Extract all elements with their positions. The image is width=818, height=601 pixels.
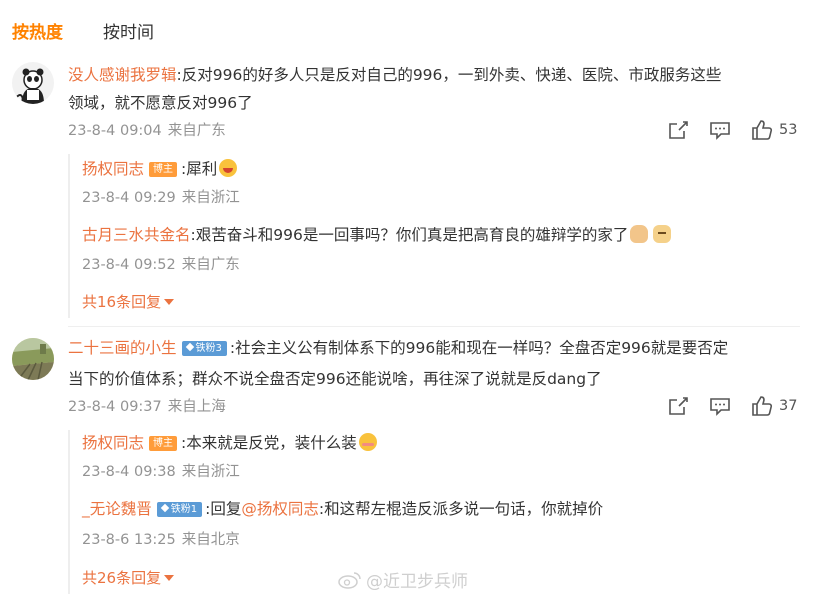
comment-location: 来自上海: [167, 399, 226, 415]
panda-avatar-icon: [12, 62, 54, 104]
reply-meta: 23-8-6 13:25 来自北京: [82, 530, 240, 550]
reply-meta: 23-8-4 09:29 来自浙江: [82, 188, 240, 208]
share-icon: [669, 397, 688, 415]
reply-text-line: 扬权同志 博主:犀利: [82, 158, 238, 180]
reply-username[interactable]: 扬权同志: [82, 434, 144, 452]
reply-time: 23-8-4 09:38: [82, 464, 176, 480]
comment-meta: 23-8-4 09:04 来自广东: [68, 121, 226, 141]
comment-actions: 53: [667, 120, 797, 140]
weibo-logo-icon: [338, 571, 361, 589]
reply-username[interactable]: 扬权同志: [82, 160, 144, 178]
dog-emoji-icon: [653, 225, 672, 243]
thumbs-up-icon: [752, 396, 773, 416]
fan-badge-label: 铁粉3: [195, 343, 222, 354]
reply-location: 来自浙江: [181, 190, 240, 206]
reply-text-line: _无论魏晋 铁粉1 :回复@扬权同志:和这帮左棍造反派多说一句话，你就掉价: [82, 498, 603, 520]
share-button[interactable]: [667, 120, 689, 140]
reply-location: 来自广东: [181, 257, 240, 273]
share-icon: [669, 121, 688, 139]
reply-text: :犀利: [181, 160, 218, 178]
comment-meta: 23-8-4 09:37 来自上海: [68, 397, 226, 417]
comment-text-line: 领域，就不愿意反对996了: [68, 92, 253, 114]
reply-username[interactable]: _无论魏晋: [82, 500, 152, 518]
comment-icon: [710, 122, 730, 140]
reply-button[interactable]: [709, 120, 731, 140]
reply-button[interactable]: [709, 396, 731, 416]
caret-down-icon: [164, 575, 175, 581]
like-button[interactable]: 37: [751, 396, 797, 416]
like-count: 53: [779, 122, 798, 138]
laughing-emoji-icon: [219, 159, 238, 177]
like-button[interactable]: 53: [751, 120, 797, 140]
reply-username[interactable]: 古月三水共金名: [82, 226, 191, 244]
thumbs-up-icon: [752, 120, 773, 140]
diamond-icon: [160, 503, 170, 513]
comment-divider: [68, 326, 800, 327]
shy-emoji-icon: [358, 433, 377, 451]
tab-by-time[interactable]: 按时间: [103, 18, 154, 43]
reply-time: 23-8-4 09:52: [82, 257, 176, 273]
expand-replies-label: 共16条回复: [82, 293, 162, 311]
comment-text-line1: :社会主义公有制体系下的996能和现在一样吗？全盘否定996就是要否定: [229, 339, 729, 357]
comment-text-line2: 当下的价值体系；群众不说全盘否定996还能说啥，再往深了说就是反dang了: [68, 370, 602, 388]
avatar[interactable]: [12, 62, 54, 104]
comment-icon: [710, 398, 730, 416]
comment-location: 来自广东: [167, 123, 226, 139]
comment-username[interactable]: 二十三画的小生: [68, 339, 177, 357]
comment-text-line: 没人感谢我罗辑:反对996的好多人只是反对自己的996，一到外卖、快递、医院、市…: [68, 64, 721, 86]
comment-time: 23-8-4 09:04: [68, 123, 162, 139]
hand-emoji-icon: [630, 225, 649, 243]
fan-badge: 铁粉3: [181, 341, 227, 356]
avatar[interactable]: [12, 338, 54, 380]
reply-time: 23-8-4 09:29: [82, 190, 176, 206]
reply-text: :艰苦奋斗和996是一回事吗？你们真是把高育良的雄辩学的家了: [190, 226, 629, 244]
reply-meta: 23-8-4 09:52 来自广东: [82, 255, 240, 275]
expand-replies-link[interactable]: 共16条回复: [82, 291, 175, 312]
sort-tabs: 按热度 按时间: [12, 16, 194, 44]
share-button[interactable]: [667, 396, 689, 416]
reply-thread-line: [68, 154, 70, 318]
blogger-badge: 博主: [149, 162, 178, 177]
comment-username[interactable]: 没人感谢我罗辑: [68, 66, 177, 84]
reply-text: :和这帮左棍造反派多说一句话，你就掉价: [318, 500, 604, 518]
fan-badge: 铁粉1: [156, 502, 203, 517]
reply-location: 来自北京: [181, 532, 240, 548]
watermark-text: @近卫步兵师: [366, 572, 468, 592]
fan-badge-label: 铁粉1: [170, 504, 198, 515]
comment-text: 领域，就不愿意反对996了: [68, 94, 253, 112]
caret-down-icon: [164, 299, 175, 305]
expand-replies-link[interactable]: 共26条回复: [82, 567, 175, 588]
reply-meta: 23-8-4 09:38 来自浙江: [82, 462, 240, 482]
landscape-avatar-icon: [12, 338, 54, 380]
watermark: @近卫步兵师: [338, 567, 468, 592]
comment-actions: 37: [667, 396, 797, 416]
blogger-badge: 博主: [149, 436, 178, 451]
like-count: 37: [779, 398, 798, 414]
reply-location: 来自浙江: [181, 464, 240, 480]
comment-text: :反对996的好多人只是反对自己的996，一到外卖、快递、医院、市政服务这些: [176, 66, 722, 84]
reply-time: 23-8-6 13:25: [82, 532, 176, 548]
diamond-icon: [185, 342, 194, 352]
mention-link[interactable]: @扬权同志: [241, 500, 319, 518]
reply-thread-line: [68, 430, 70, 594]
expand-replies-label: 共26条回复: [82, 569, 162, 587]
tab-by-hot[interactable]: 按热度: [12, 18, 63, 43]
comment-time: 23-8-4 09:37: [68, 399, 162, 415]
reply-text: :本来就是反党，装什么装: [181, 434, 357, 452]
comment-text: 二十三画的小生 铁粉3 :社会主义公有制体系下的996能和现在一样吗？全盘否定996…: [68, 333, 798, 395]
reply-prefix: :回复: [205, 500, 242, 518]
reply-text-line: 古月三水共金名:艰苦奋斗和996是一回事吗？你们真是把高育良的雄辩学的家了: [82, 224, 672, 246]
reply-text-line: 扬权同志 博主:本来就是反党，装什么装: [82, 432, 377, 454]
